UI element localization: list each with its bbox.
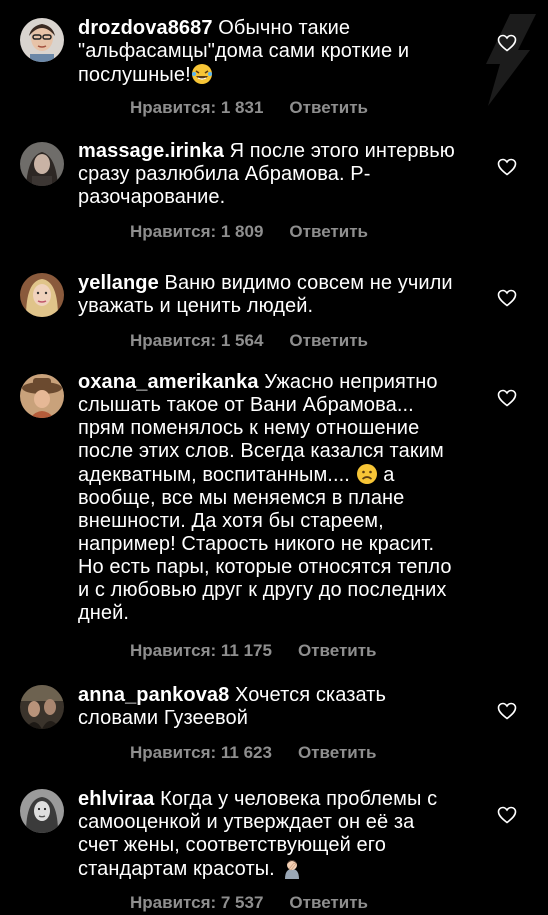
avatar[interactable]	[20, 18, 64, 62]
reply-button[interactable]: Ответить	[298, 641, 377, 660]
avatar[interactable]	[20, 273, 64, 317]
likes-count[interactable]: Нравится: 11 175	[130, 641, 272, 660]
likes-count[interactable]: Нравится: 7 537	[130, 893, 263, 912]
likes-count[interactable]: Нравится: 1 564	[130, 331, 263, 350]
avatar[interactable]	[20, 789, 64, 833]
comment-meta: Нравится: 11 175 Ответить	[130, 641, 377, 661]
woman-facepalming-icon	[284, 860, 299, 879]
comment-text: yellange Ваню видимо совсем не учили ува…	[78, 272, 456, 318]
reply-button[interactable]: Ответить	[289, 893, 368, 912]
comment-username[interactable]: oxana_amerikanka	[78, 371, 259, 393]
reply-button[interactable]: Ответить	[289, 331, 368, 350]
avatar[interactable]	[20, 685, 64, 729]
comment-username[interactable]: massage.irinka	[78, 140, 224, 162]
reply-button[interactable]: Ответить	[298, 743, 377, 762]
comment-meta: Нравится: 7 537 Ответить	[130, 893, 368, 913]
comment-meta: Нравится: 1 831 Ответить	[130, 98, 368, 118]
comment-text: drozdova8687 Обычно такие "альфасамцы"до…	[78, 17, 456, 87]
comment-username[interactable]: ehlviraa	[78, 788, 154, 810]
heart-icon[interactable]	[497, 158, 517, 176]
reply-button[interactable]: Ответить	[289, 98, 368, 117]
comment-meta: Нравится: 11 623 Ответить	[130, 743, 377, 763]
comment-text: oxana_amerikanka Ужасно неприятно слышат…	[78, 371, 456, 625]
comment-text: anna_pankova8 Хочется сказать словами Гу…	[78, 684, 456, 730]
heart-icon[interactable]	[497, 806, 517, 824]
heart-icon[interactable]	[497, 289, 517, 307]
avatar[interactable]	[20, 374, 64, 418]
comment-username[interactable]: yellange	[78, 272, 159, 294]
likes-count[interactable]: Нравится: 1 831	[130, 98, 263, 117]
laughing-tears-icon	[191, 64, 212, 84]
frowning-face-icon	[356, 464, 377, 484]
heart-icon[interactable]	[497, 389, 517, 407]
likes-count[interactable]: Нравится: 1 809	[130, 222, 263, 241]
comment-text: ehlviraa Когда у человека проблемы с сам…	[78, 788, 456, 881]
comment-username[interactable]: anna_pankova8	[78, 684, 229, 706]
lightning-watermark-icon	[486, 14, 536, 106]
comment-text: massage.irinka Я после этого интервью ср…	[78, 140, 456, 209]
reply-button[interactable]: Ответить	[289, 222, 368, 241]
heart-icon[interactable]	[497, 702, 517, 720]
comment-username[interactable]: drozdova8687	[78, 17, 213, 39]
likes-count[interactable]: Нравится: 11 623	[130, 743, 272, 762]
comment-meta: Нравится: 1 564 Ответить	[130, 331, 368, 351]
comment-body-continued: а вообще, все мы меняемся в плане внешно…	[78, 464, 452, 624]
comment-meta: Нравится: 1 809 Ответить	[130, 222, 368, 242]
heart-icon[interactable]	[497, 34, 517, 52]
avatar[interactable]	[20, 142, 64, 186]
